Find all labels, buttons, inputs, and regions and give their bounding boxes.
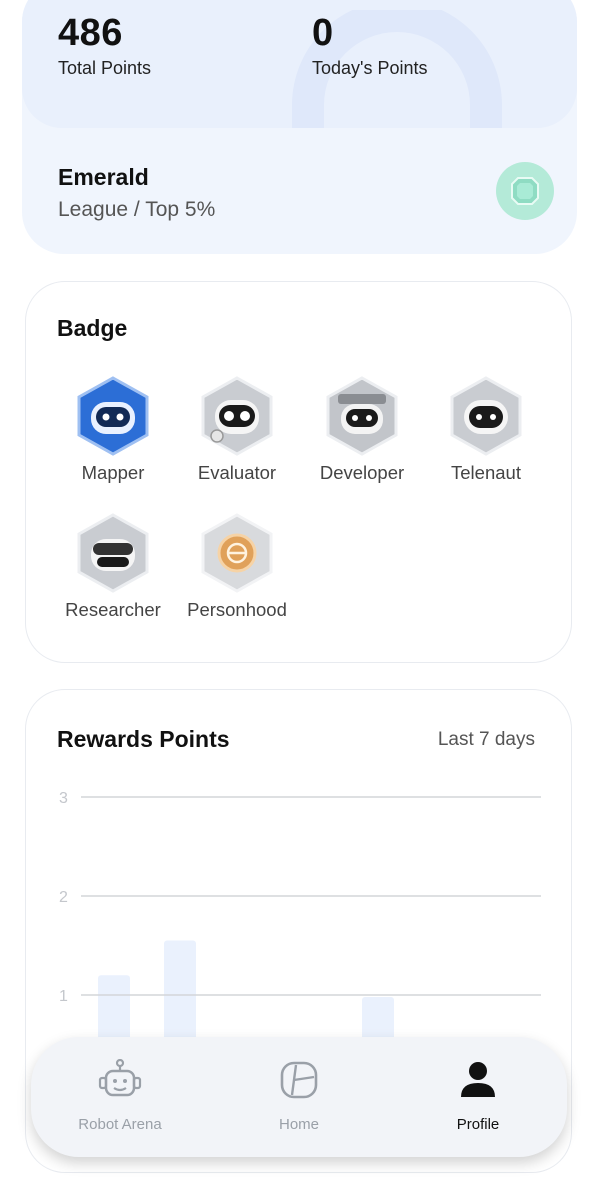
badge-label: Personhood (187, 599, 287, 620)
range-selector[interactable]: Last 7 days (438, 729, 535, 751)
developer-badge-icon (326, 376, 398, 456)
evaluator-badge-icon (201, 376, 273, 456)
total-points-value: 486 (58, 12, 123, 54)
badge-evaluator[interactable]: Evaluator (175, 376, 299, 484)
badge-label: Developer (319, 462, 405, 483)
y-tick-label: 1 (59, 988, 68, 1005)
badge-developer[interactable]: Developer (300, 376, 424, 484)
researcher-badge-icon (77, 513, 149, 593)
nav-robot-arena[interactable]: Robot Arena (45, 1058, 195, 1133)
y-tick-label: 2 (59, 889, 68, 906)
rewards-title: Rewards Points (57, 726, 230, 752)
badge-mapper[interactable]: Mapper (51, 376, 175, 484)
mapper-badge-icon (77, 376, 149, 456)
badge-telenaut[interactable]: Telenaut (424, 376, 548, 484)
badge-label: Evaluator (197, 462, 277, 483)
bottom-nav: Robot Arena Home Profile (31, 1037, 567, 1157)
badge-researcher[interactable]: Researcher (51, 513, 175, 621)
badge-card: Badge Mapper Evaluator Developer Telenau… (25, 281, 572, 663)
robot-icon (98, 1058, 142, 1097)
today-points-label: Today's Points (312, 58, 428, 78)
nav-home[interactable]: Home (224, 1059, 374, 1133)
total-points-label: Total Points (58, 58, 152, 78)
home-icon (280, 1061, 318, 1099)
badge-personhood[interactable]: Personhood (175, 513, 299, 621)
league-subtitle: League / Top 5% (58, 198, 216, 221)
nav-label: Home (278, 1116, 319, 1133)
profile-icon (461, 1062, 495, 1097)
y-tick-label: 3 (59, 790, 68, 807)
nav-label: Robot Arena (78, 1116, 162, 1133)
nav-profile[interactable]: Profile (403, 1059, 553, 1133)
badge-label: Telenaut (451, 462, 521, 483)
stats-card: 486 Total Points 0 Today's Points Emeral… (22, 0, 577, 254)
badge-title: Badge (57, 315, 128, 341)
badge-label: Researcher (65, 599, 161, 620)
nav-label: Profile (456, 1116, 500, 1133)
today-points-value: 0 (312, 12, 334, 54)
badge-label: Mapper (81, 462, 145, 483)
telenaut-badge-icon (450, 376, 522, 456)
emerald-gem-icon[interactable] (496, 162, 554, 220)
league-name: Emerald (58, 164, 149, 190)
today-points: 0 Today's Points (312, 14, 428, 79)
total-points: 486 Total Points (58, 14, 151, 79)
personhood-badge-icon (201, 513, 273, 593)
points-summary: 486 Total Points 0 Today's Points (22, 0, 577, 128)
